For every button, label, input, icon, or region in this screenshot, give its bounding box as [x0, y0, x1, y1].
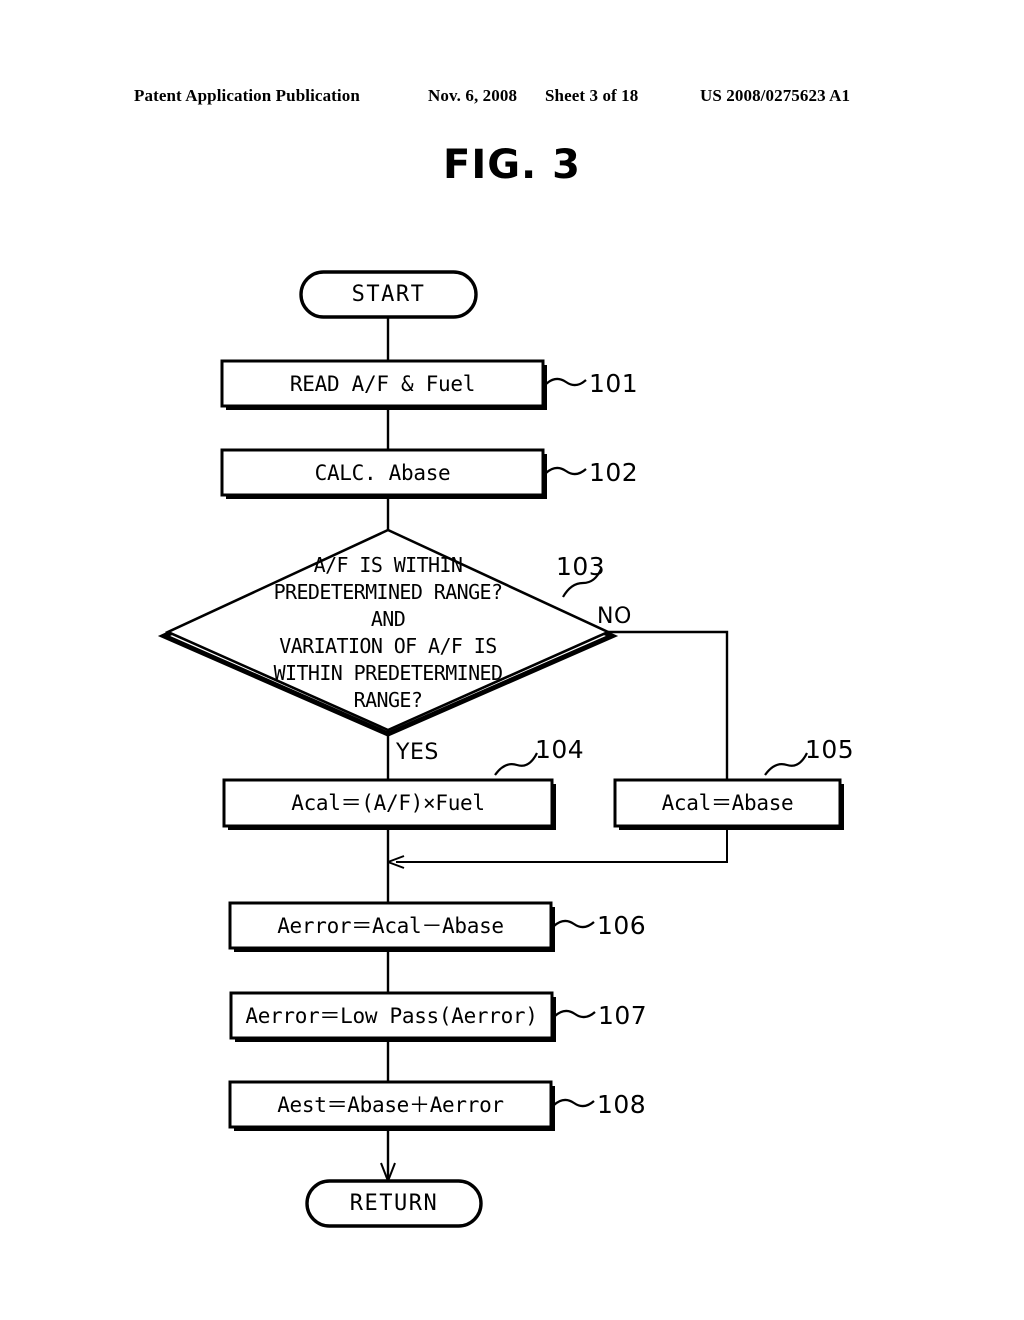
ref-number-102: 102 — [589, 458, 639, 487]
ref-leader-106 — [553, 919, 595, 929]
box-104-label: Acal＝(A/F)×Fuel — [291, 791, 485, 815]
start-label: START — [351, 282, 426, 307]
diamond-line-2: PREDETERMINED RANGE? — [273, 580, 503, 604]
box-105-label: Acal＝Abase — [661, 791, 794, 815]
diamond-103-label: A/F IS WITHIN PREDETERMINED RANGE? AND V… — [168, 552, 608, 714]
ref-number-107: 107 — [598, 1001, 648, 1030]
branch-label-yes: YES — [396, 740, 439, 765]
diamond-line-3: AND — [370, 607, 406, 631]
branch-label-no: NO — [597, 604, 632, 629]
ref-leader-108 — [553, 1098, 595, 1108]
box-108-label: Aest＝Abase＋Aerror — [277, 1093, 504, 1117]
box-107-label: Aerror＝Low Pass(Aerror) — [245, 1004, 538, 1028]
diamond-line-1: A/F IS WITHIN — [313, 553, 463, 577]
ref-leader-101 — [545, 377, 587, 387]
diamond-line-5: WITHIN PREDETERMINED — [273, 661, 503, 685]
ref-number-101: 101 — [589, 369, 639, 398]
ref-leader-107 — [554, 1009, 596, 1019]
connector-103-no-to-105 — [608, 630, 729, 780]
connector-105-to-merge — [396, 828, 728, 863]
ref-number-104: 104 — [535, 735, 585, 764]
ref-number-108: 108 — [597, 1090, 647, 1119]
ref-leader-104 — [494, 752, 538, 776]
diamond-line-6: RANGE? — [353, 688, 423, 712]
box-106-label: Aerror＝Acal－Abase — [277, 914, 504, 938]
ref-number-106: 106 — [597, 911, 647, 940]
box-102-label: CALC. Abase — [314, 461, 451, 485]
ref-number-103: 103 — [556, 552, 606, 581]
ref-number-105: 105 — [805, 735, 855, 764]
return-label: RETURN — [349, 1191, 439, 1216]
box-101-label: READ A/F & Fuel — [289, 372, 476, 396]
diamond-line-4: VARIATION OF A/F IS — [279, 634, 497, 658]
ref-leader-102 — [545, 466, 587, 476]
ref-leader-105 — [764, 752, 808, 776]
